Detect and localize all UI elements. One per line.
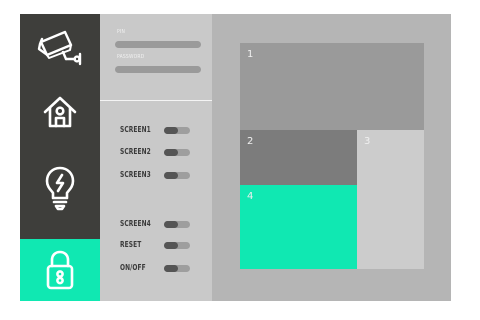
home-icon [43, 96, 77, 128]
reset-label: RESET [120, 240, 142, 249]
toggle-knob [164, 149, 178, 156]
divider [100, 100, 212, 101]
screen3-toggle[interactable] [164, 172, 190, 179]
pin-label: PIN [117, 29, 126, 35]
nav-lock[interactable] [20, 239, 100, 301]
toggle-knob [164, 265, 178, 272]
screen1-label: SCREEN1 [120, 125, 151, 134]
nav-lighting[interactable] [20, 157, 100, 219]
lightbulb-icon [45, 166, 75, 211]
toggle-knob [164, 221, 178, 228]
screen-area: 1 2 3 4 [212, 14, 451, 301]
screen4-toggle[interactable] [164, 221, 190, 228]
nav-security-camera[interactable] [20, 19, 100, 81]
screen-number: 2 [247, 136, 254, 147]
screen-tile-1[interactable]: 1 [240, 43, 424, 130]
pin-input[interactable] [115, 41, 201, 48]
screen-number: 1 [247, 49, 254, 60]
screen3-label: SCREEN3 [120, 170, 151, 179]
password-input[interactable] [115, 66, 201, 73]
padlock-icon [46, 250, 74, 290]
cctv-camera-icon [37, 30, 82, 66]
control-panel: PIN PASSWORD SCREEN1 SCREEN2 SCREEN3 SCR… [100, 14, 212, 301]
toggle-knob [164, 127, 178, 134]
toggle-knob [164, 242, 178, 249]
screen-grid: 1 2 3 4 [240, 43, 424, 269]
screen2-toggle[interactable] [164, 149, 190, 156]
screen-number: 4 [247, 191, 254, 202]
screen2-label: SCREEN2 [120, 147, 151, 156]
screen-tile-3[interactable]: 3 [357, 130, 424, 269]
sidebar [20, 14, 100, 301]
onoff-label: ON/OFF [120, 263, 146, 272]
screen-number: 3 [364, 136, 371, 147]
reset-toggle[interactable] [164, 242, 190, 249]
nav-home[interactable] [20, 81, 100, 143]
app-frame: PIN PASSWORD SCREEN1 SCREEN2 SCREEN3 SCR… [20, 14, 451, 301]
screen1-toggle[interactable] [164, 127, 190, 134]
onoff-toggle[interactable] [164, 265, 190, 272]
screen-tile-2[interactable]: 2 [240, 130, 357, 185]
screen4-label: SCREEN4 [120, 219, 151, 228]
toggle-knob [164, 172, 178, 179]
screen-tile-4[interactable]: 4 [240, 185, 357, 269]
password-label: PASSWORD [117, 54, 145, 60]
